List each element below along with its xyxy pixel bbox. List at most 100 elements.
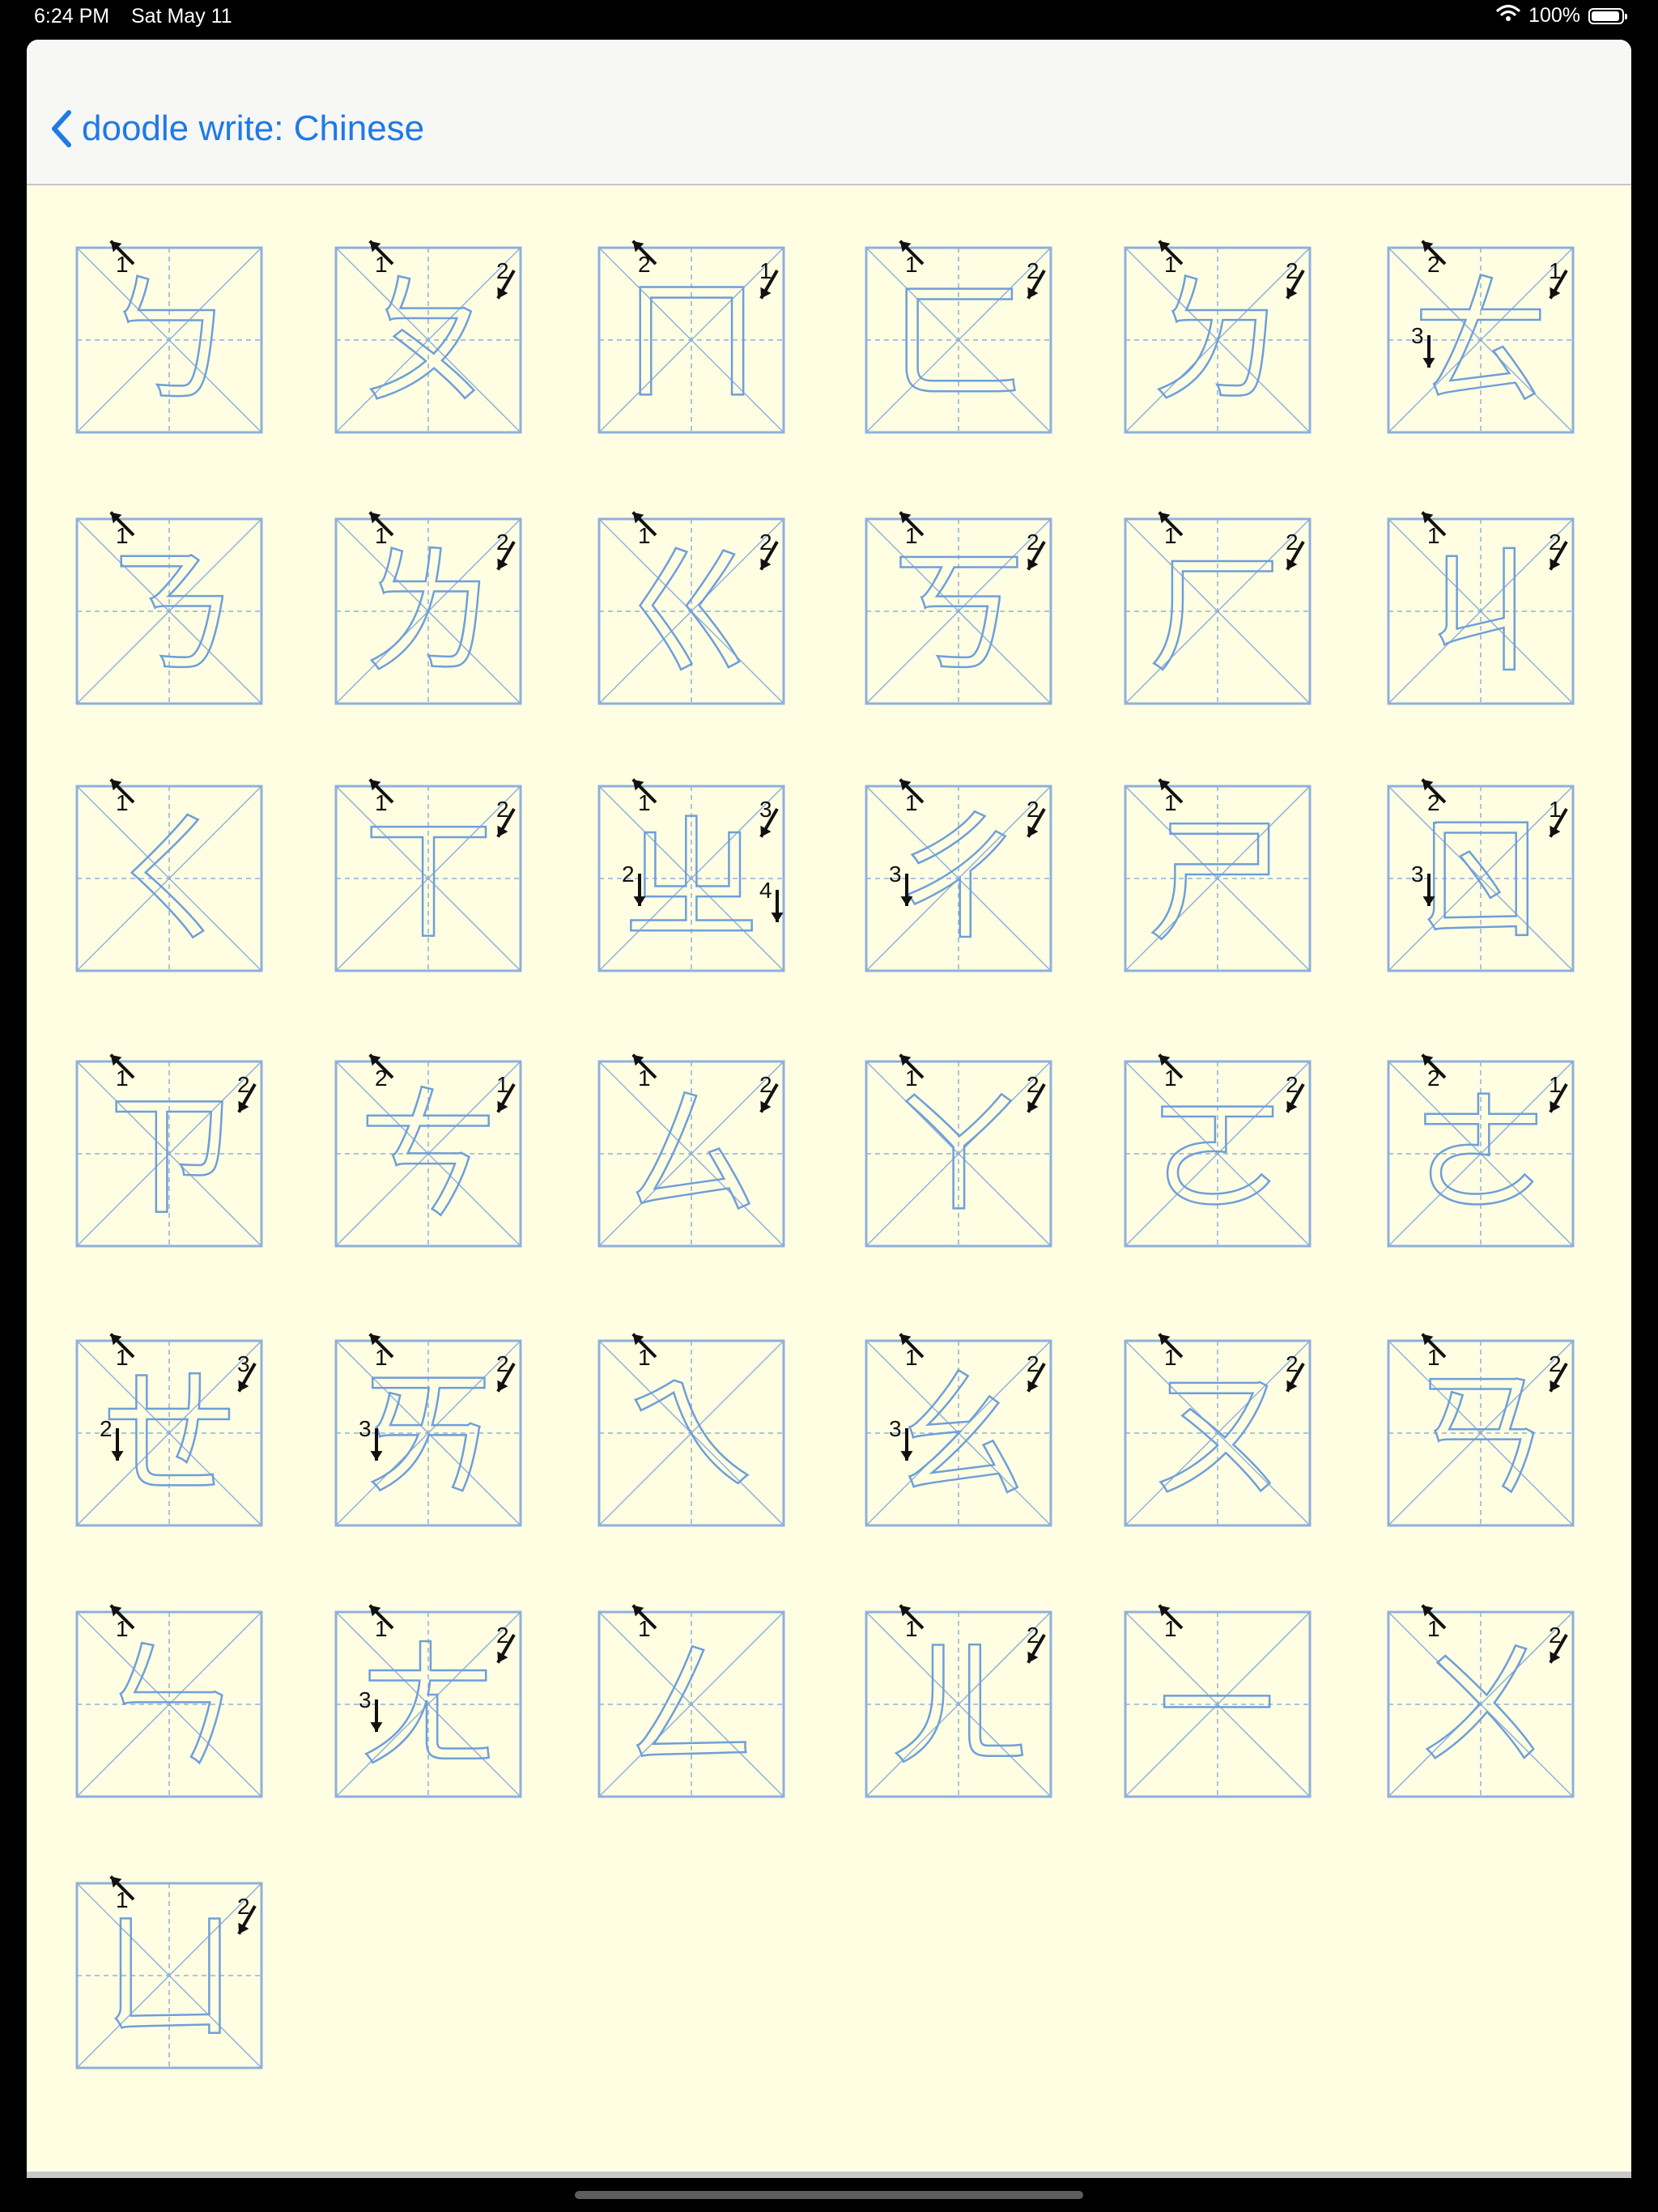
practice-grid: ㄅ1 [75, 240, 263, 434]
practice-grid: ㄛ1 2 [1124, 1053, 1312, 1248]
wifi-icon [1496, 3, 1520, 28]
battery-percent: 100% [1528, 4, 1580, 27]
bopomofo-glyph: ㄋ [100, 532, 239, 695]
character-cell[interactable]: ㄦ12 [865, 1604, 1057, 1798]
svg-text:2: 2 [622, 861, 635, 887]
stroke-order-marker: 2 [1286, 258, 1305, 300]
practice-grid: ㄜ2 1 [1387, 1053, 1575, 1248]
bopomofo-glyph: ㄇ [622, 261, 761, 423]
bopomofo-glyph: ㄝ [100, 1354, 239, 1516]
character-cell[interactable]: ㄒ12 [334, 778, 527, 972]
bopomofo-glyph: ㄑ [100, 799, 239, 962]
character-cell[interactable]: ㄘ21 [334, 1053, 527, 1248]
character-cell[interactable]: ㄍ12 [597, 511, 790, 705]
bopomofo-glyph: ㄡ [1148, 1354, 1287, 1516]
bopomofo-glyph: ㄌ [359, 532, 498, 695]
character-cell[interactable]: ㄡ12 [1124, 1333, 1316, 1527]
stroke-order-marker: 2 [496, 1623, 516, 1664]
stroke-order-marker: 2 [237, 1894, 257, 1935]
status-time: 6:24 PM [34, 5, 110, 28]
bopomofo-glyph: ㄨ [1411, 1625, 1550, 1788]
character-cell[interactable]: ㄛ12 [1124, 1053, 1316, 1248]
character-cell[interactable]: ㄥ1 [597, 1604, 790, 1798]
character-cell[interactable]: ㄩ12 [75, 1875, 268, 2069]
character-cell[interactable]: ㄐ12 [1387, 511, 1579, 705]
bopomofo-glyph: ㄐ [1411, 532, 1550, 695]
stroke-order-marker: 2 [1286, 530, 1305, 571]
character-cell[interactable]: ㄢ12 [1387, 1333, 1579, 1527]
character-cell[interactable]: ㄧ1 [1124, 1604, 1316, 1798]
svg-text:2: 2 [100, 1416, 113, 1441]
practice-grid: ㄉ1 2 [1124, 240, 1312, 434]
stroke-order-marker: 2 [1549, 1351, 1568, 1393]
status-bar: 6:24 PM Sat May 11 100% [0, 0, 1658, 36]
character-cell[interactable]: ㄖ213 [1387, 778, 1579, 972]
character-cell[interactable]: ㄅ1 [75, 240, 268, 434]
home-indicator[interactable] [575, 2191, 1083, 2199]
character-cell[interactable]: ㄕ1 [1124, 778, 1316, 972]
bopomofo-glyph: ㄊ [1411, 261, 1550, 423]
bopomofo-glyph: ㄎ [889, 532, 1028, 695]
character-grid: ㄅ1 ㄆ12 ㄇ21 ㄈ12 ㄉ12 ㄊ213 ㄋ1 ㄌ12 ㄍ12 ㄎ12 ㄏ12 ㄐ12 ㄑ1 ㄒ12… [27, 185, 1631, 2161]
practice-grid: ㄙ1 2 [597, 1053, 785, 1248]
bopomofo-glyph: ㄦ [889, 1625, 1028, 1788]
character-cell[interactable]: ㄗ12 [75, 1053, 268, 1248]
character-cell[interactable]: ㄓ1324 [597, 778, 790, 972]
practice-grid: ㄎ1 2 [865, 511, 1052, 705]
character-cell[interactable]: ㄙ12 [597, 1053, 790, 1248]
character-cell[interactable]: ㄊ213 [1387, 240, 1579, 434]
practice-grid: ㄗ1 2 [75, 1053, 263, 1248]
character-cell[interactable]: ㄈ12 [865, 240, 1057, 434]
bopomofo-glyph: ㄗ [100, 1074, 239, 1237]
character-cell[interactable]: ㄇ21 [597, 240, 790, 434]
navigation-bar: doodle write: Chinese [27, 40, 1631, 185]
practice-grid: ㄟ1 [597, 1333, 785, 1527]
character-cell[interactable]: ㄠ123 [865, 1333, 1057, 1527]
bopomofo-glyph: ㄛ [1148, 1074, 1287, 1237]
character-cell[interactable]: ㄚ12 [865, 1053, 1057, 1248]
practice-grid: ㄝ1 32 [75, 1333, 263, 1527]
character-cell[interactable]: ㄨ12 [1387, 1604, 1579, 1798]
practice-grid: ㄤ1 23 [334, 1604, 522, 1798]
practice-grid: ㄥ1 [597, 1604, 785, 1798]
stroke-order-marker: 3 [237, 1351, 257, 1393]
stroke-order-marker: 2 [237, 1072, 257, 1113]
character-cell[interactable]: ㄎ12 [865, 511, 1057, 705]
character-cell[interactable]: ㄏ12 [1124, 511, 1316, 705]
back-button[interactable]: doodle write: Chinese [49, 108, 424, 149]
stroke-order-marker: 2 [1027, 1351, 1046, 1393]
bopomofo-glyph: ㄞ [359, 1354, 498, 1516]
stroke-order-marker: 2 [759, 1072, 779, 1113]
character-cell[interactable]: ㄜ21 [1387, 1053, 1579, 1248]
bopomofo-glyph: ㄢ [1411, 1354, 1550, 1516]
bopomofo-glyph: ㄖ [1411, 799, 1550, 962]
character-cell[interactable]: ㄞ123 [334, 1333, 527, 1527]
character-cell[interactable]: ㄉ12 [1124, 240, 1316, 434]
character-cell[interactable]: ㄑ1 [75, 778, 268, 972]
bopomofo-glyph: ㄒ [359, 799, 498, 962]
stroke-order-marker: 2 [1027, 1623, 1046, 1664]
practice-grid: ㄦ1 2 [865, 1604, 1052, 1798]
bopomofo-glyph: ㄩ [100, 1896, 239, 2059]
character-cell[interactable]: ㄤ123 [334, 1604, 527, 1798]
character-cell[interactable]: ㄌ12 [334, 511, 527, 705]
stroke-order-marker: 4 [759, 878, 784, 922]
stroke-order-marker: 2 [1286, 1072, 1305, 1113]
svg-text:3: 3 [1411, 323, 1424, 348]
bopomofo-glyph: ㄆ [359, 261, 498, 423]
bopomofo-glyph: ㄙ [622, 1074, 761, 1237]
bopomofo-glyph: ㄅ [100, 261, 239, 423]
bopomofo-glyph: ㄣ [100, 1625, 239, 1788]
practice-grid: ㄓ1 324 [597, 778, 785, 972]
practice-grid: ㄏ1 2 [1124, 511, 1312, 705]
character-cell[interactable]: ㄔ123 [865, 778, 1057, 972]
character-cell[interactable]: ㄆ12 [334, 240, 527, 434]
character-cell[interactable]: ㄋ1 [75, 511, 268, 705]
stroke-order-marker: 2 [496, 530, 516, 571]
stroke-order-marker: 2 [496, 258, 516, 300]
bopomofo-glyph: ㄥ [622, 1625, 761, 1788]
character-cell[interactable]: ㄝ132 [75, 1333, 268, 1527]
bopomofo-glyph: ㄠ [889, 1354, 1028, 1516]
character-cell[interactable]: ㄟ1 [597, 1333, 790, 1527]
character-cell[interactable]: ㄣ1 [75, 1604, 268, 1798]
